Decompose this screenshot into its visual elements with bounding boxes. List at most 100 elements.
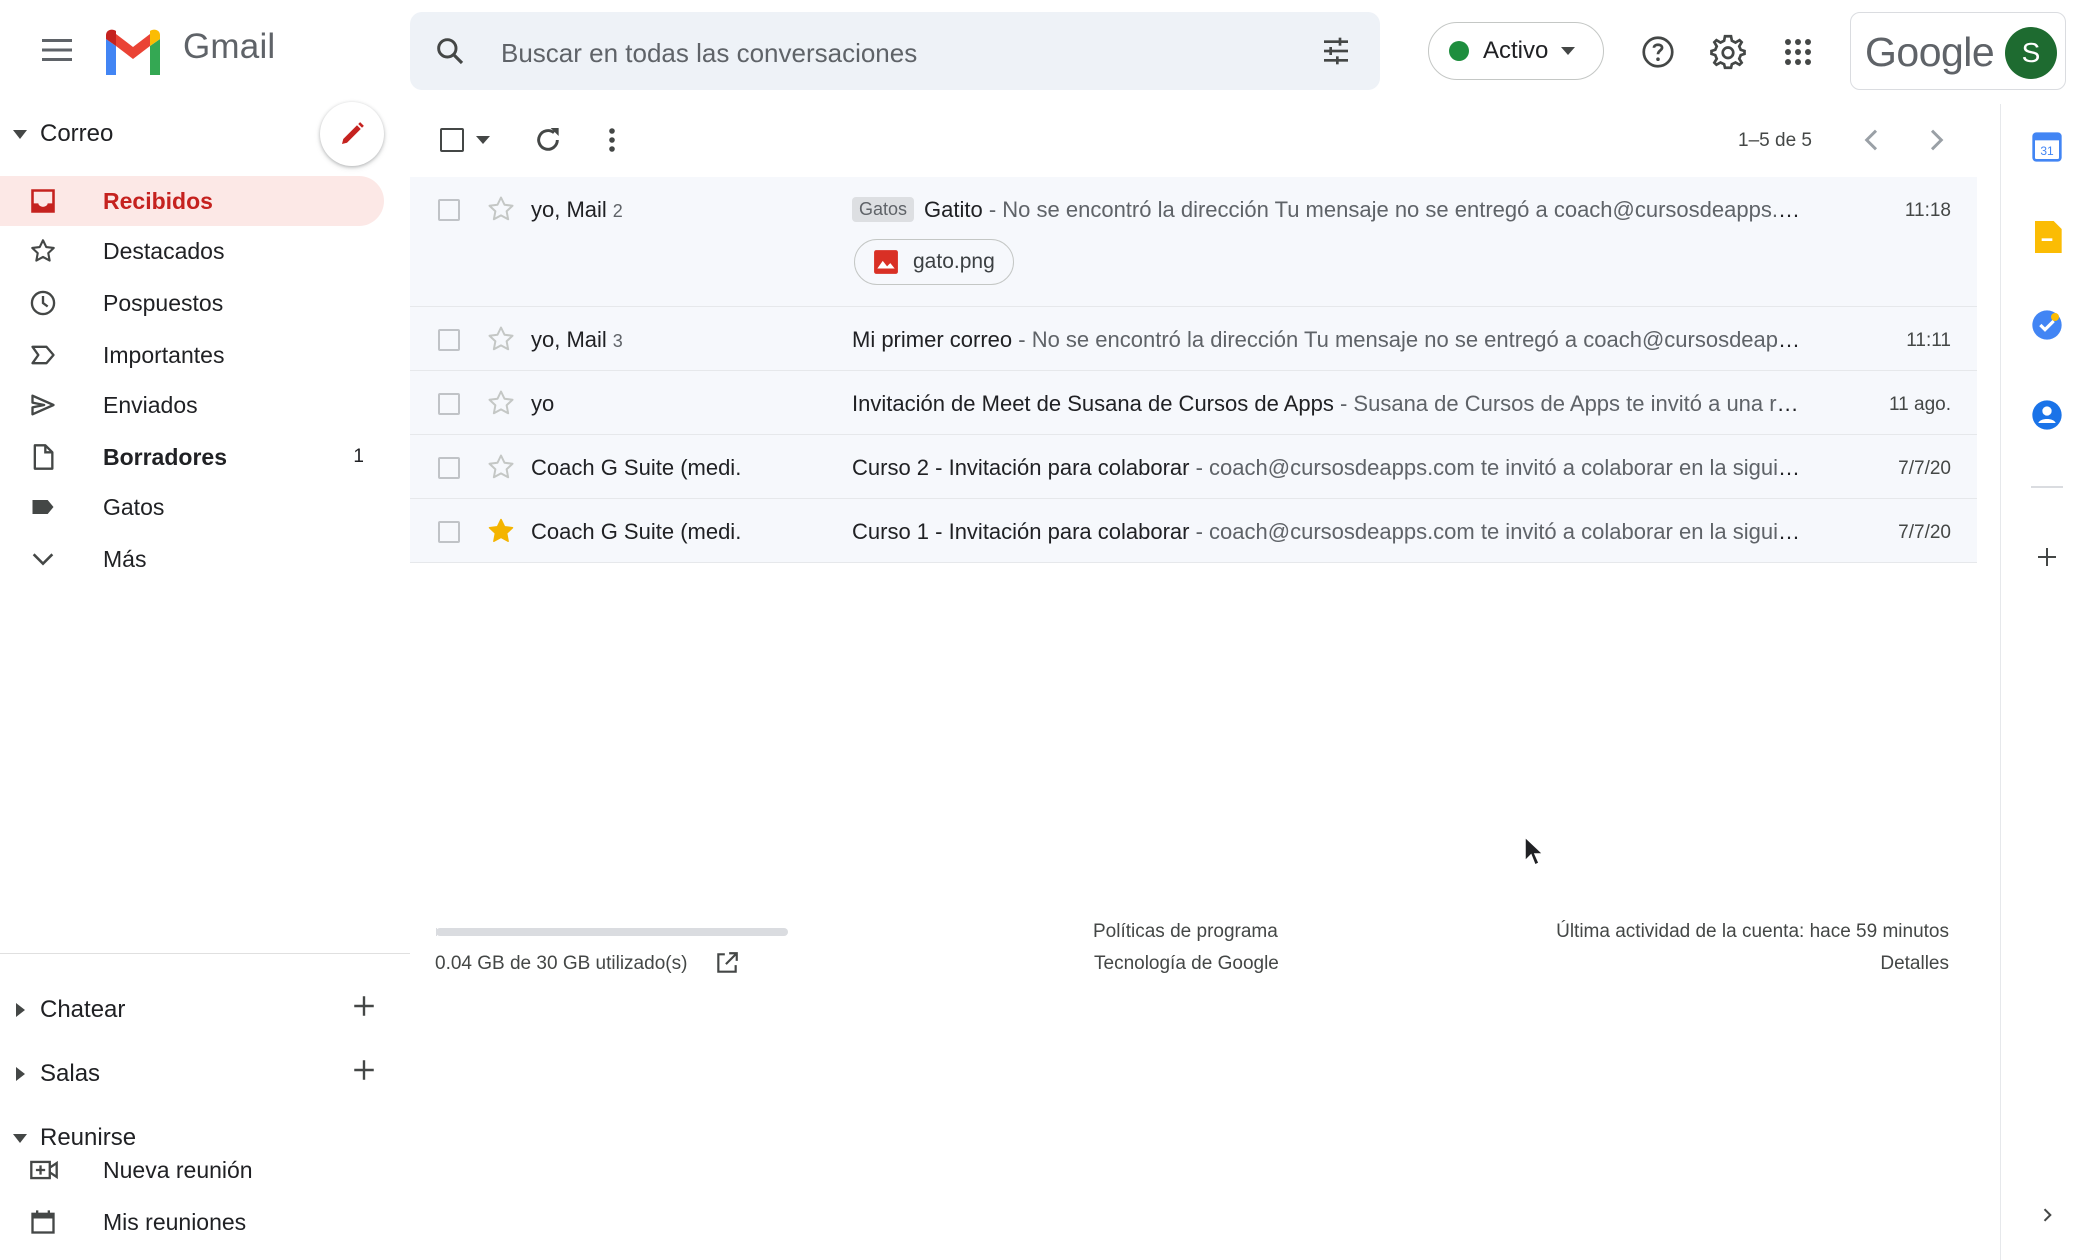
sender-name: Coach G Suite (medi.	[531, 455, 742, 480]
caret-right-icon	[0, 1003, 40, 1017]
star-icon[interactable]	[486, 194, 516, 224]
more-vert-icon[interactable]	[607, 124, 617, 156]
add-chat-icon[interactable]	[344, 986, 384, 1026]
settings-gear-icon[interactable]	[1704, 28, 1752, 76]
svg-text:31: 31	[2040, 144, 2054, 158]
table-row[interactable]: yo Invitación de Meet de Susana de Curso…	[410, 371, 1977, 435]
apps-grid-icon[interactable]	[1774, 28, 1822, 76]
status-selector[interactable]: Activo	[1428, 22, 1604, 80]
sidebar-item-starred[interactable]: Destacados	[0, 226, 384, 276]
star-icon[interactable]	[486, 388, 516, 418]
top-bar: Gmail Buscar en todas las conversaciones…	[0, 0, 2090, 104]
email-content: Mi primer correo - No se encontró la dir…	[852, 327, 1802, 353]
tasks-app-icon[interactable]	[2030, 308, 2064, 342]
attachment-name: gato.png	[913, 250, 995, 273]
account-switcher[interactable]: Google S	[1850, 12, 2066, 90]
program-policies-link[interactable]: Políticas de programa	[1093, 921, 1278, 943]
email-date: 7/7/20	[1898, 522, 1951, 543]
search-input[interactable]: Buscar en todas las conversaciones	[501, 38, 917, 69]
star-filled-icon[interactable]	[486, 516, 516, 546]
side-panel-divider	[2031, 486, 2063, 488]
google-wordmark: Google	[1865, 29, 1995, 75]
email-snippet: - Susana de Cursos de Apps te invitó a u…	[1333, 391, 1802, 416]
search-options-icon[interactable]	[1320, 35, 1352, 67]
rooms-section-toggle[interactable]: Salas	[0, 1050, 100, 1098]
open-in-new-icon[interactable]	[714, 950, 740, 976]
select-dropdown-icon[interactable]	[476, 136, 490, 144]
email-snippet: - No se encontró la dirección Tu mensaje…	[988, 197, 1802, 222]
star-icon	[29, 237, 87, 265]
row-checkbox[interactable]	[438, 329, 460, 351]
sidebar-item-gatos[interactable]: Gatos	[0, 482, 384, 532]
caret-down-icon	[0, 1133, 40, 1143]
compose-button[interactable]	[320, 102, 384, 166]
table-row[interactable]: yo, Mail 2 Gatos Gatito - No se encontró l…	[410, 177, 1977, 307]
sidebar-item-more[interactable]: Más	[0, 534, 384, 584]
row-checkbox[interactable]	[438, 199, 460, 221]
sidebar-item-label: Mis reuniones	[103, 1208, 247, 1235]
gmail-logo-icon[interactable]	[102, 28, 164, 76]
add-room-icon[interactable]	[344, 1050, 384, 1090]
keep-app-icon[interactable]	[2030, 220, 2064, 254]
sidebar-item-my-meetings[interactable]: Mis reuniones	[0, 1197, 384, 1247]
storage-progress	[436, 928, 788, 936]
avatar[interactable]: S	[2005, 27, 2057, 79]
row-checkbox[interactable]	[438, 457, 460, 479]
table-row[interactable]: Coach G Suite (medi. Curso 2 - Invitació…	[410, 435, 1977, 499]
email-content: Curso 2 - Invitación para colaborar - co…	[852, 455, 1802, 481]
table-row[interactable]: yo, Mail 3 Mi primer correo - No se encon…	[410, 307, 1977, 371]
mouse-cursor-icon	[1524, 836, 1546, 868]
sidebar-item-drafts[interactable]: Borradores 1	[0, 432, 384, 482]
caret-down-icon	[1560, 46, 1576, 56]
refresh-icon[interactable]	[532, 124, 564, 156]
star-icon[interactable]	[486, 324, 516, 354]
email-subject: Mi primer correo	[852, 327, 1013, 352]
email-content: Invitación de Meet de Susana de Cursos d…	[852, 391, 1802, 417]
image-icon	[873, 249, 899, 275]
label-tag[interactable]: Gatos	[852, 197, 915, 222]
calendar-app-icon[interactable]: 31	[2030, 130, 2064, 164]
main-menu-icon[interactable]	[33, 26, 81, 74]
email-content: Gatos Gatito - No se encontró la direcció…	[852, 197, 1802, 223]
sidebar-item-important[interactable]: Importantes	[0, 330, 384, 380]
row-checkbox[interactable]	[438, 393, 460, 415]
table-row[interactable]: Coach G Suite (medi. Curso 1 - Invitació…	[410, 499, 1977, 563]
sender-name: yo, Mail	[531, 197, 607, 222]
sender-name: Coach G Suite (medi.	[531, 519, 742, 544]
sender-name: yo	[531, 391, 555, 416]
sidebar-item-snoozed[interactable]: Pospuestos	[0, 278, 384, 328]
email-snippet: - coach@cursosdeapps.com te invitó a col…	[1189, 519, 1802, 544]
email-subject: Invitación de Meet de Susana de Cursos d…	[852, 391, 1334, 416]
storage-progress-fill	[436, 928, 437, 936]
sidebar-item-sent[interactable]: Enviados	[0, 380, 384, 430]
prev-page-icon[interactable]	[1856, 124, 1888, 156]
next-page-icon[interactable]	[1920, 124, 1952, 156]
contacts-app-icon[interactable]	[2030, 398, 2064, 432]
help-icon[interactable]	[1634, 28, 1682, 76]
search-icon[interactable]	[434, 35, 466, 67]
sidebar-item-label: Pospuestos	[103, 289, 224, 316]
label-important-icon	[29, 341, 87, 369]
add-addon-icon[interactable]	[2030, 540, 2064, 574]
sender-name: yo, Mail	[531, 327, 607, 352]
send-icon	[29, 391, 87, 419]
row-checkbox[interactable]	[438, 521, 460, 543]
select-all-checkbox[interactable]	[440, 128, 464, 152]
sidebar-item-new-meeting[interactable]: Nueva reunión	[0, 1145, 384, 1195]
email-list: yo, Mail 2 Gatos Gatito - No se encontró l…	[410, 177, 1977, 563]
chat-section-toggle[interactable]: Chatear	[0, 986, 125, 1034]
sidebar-item-inbox[interactable]: Recibidos	[0, 176, 384, 226]
email-subject: Curso 1 - Invitación para colaborar	[852, 519, 1190, 544]
expand-panel-icon[interactable]	[2030, 1198, 2064, 1232]
email-snippet: - No se encontró la dirección Tu mensaje…	[1018, 327, 1802, 352]
clock-icon	[29, 289, 87, 317]
attachment-chip[interactable]: gato.png	[854, 239, 1014, 285]
mail-section-toggle[interactable]: Correo	[0, 110, 113, 158]
storage-usage: 0.04 GB de 30 GB utilizado(s)	[435, 953, 688, 974]
pagination-label: 1–5 de 5	[1738, 130, 1812, 151]
side-panel: 31	[2000, 104, 2090, 1260]
pencil-icon	[342, 122, 364, 144]
search-bar[interactable]: Buscar en todas las conversaciones	[410, 12, 1380, 90]
details-link[interactable]: Detalles	[1880, 953, 1949, 975]
star-icon[interactable]	[486, 452, 516, 482]
